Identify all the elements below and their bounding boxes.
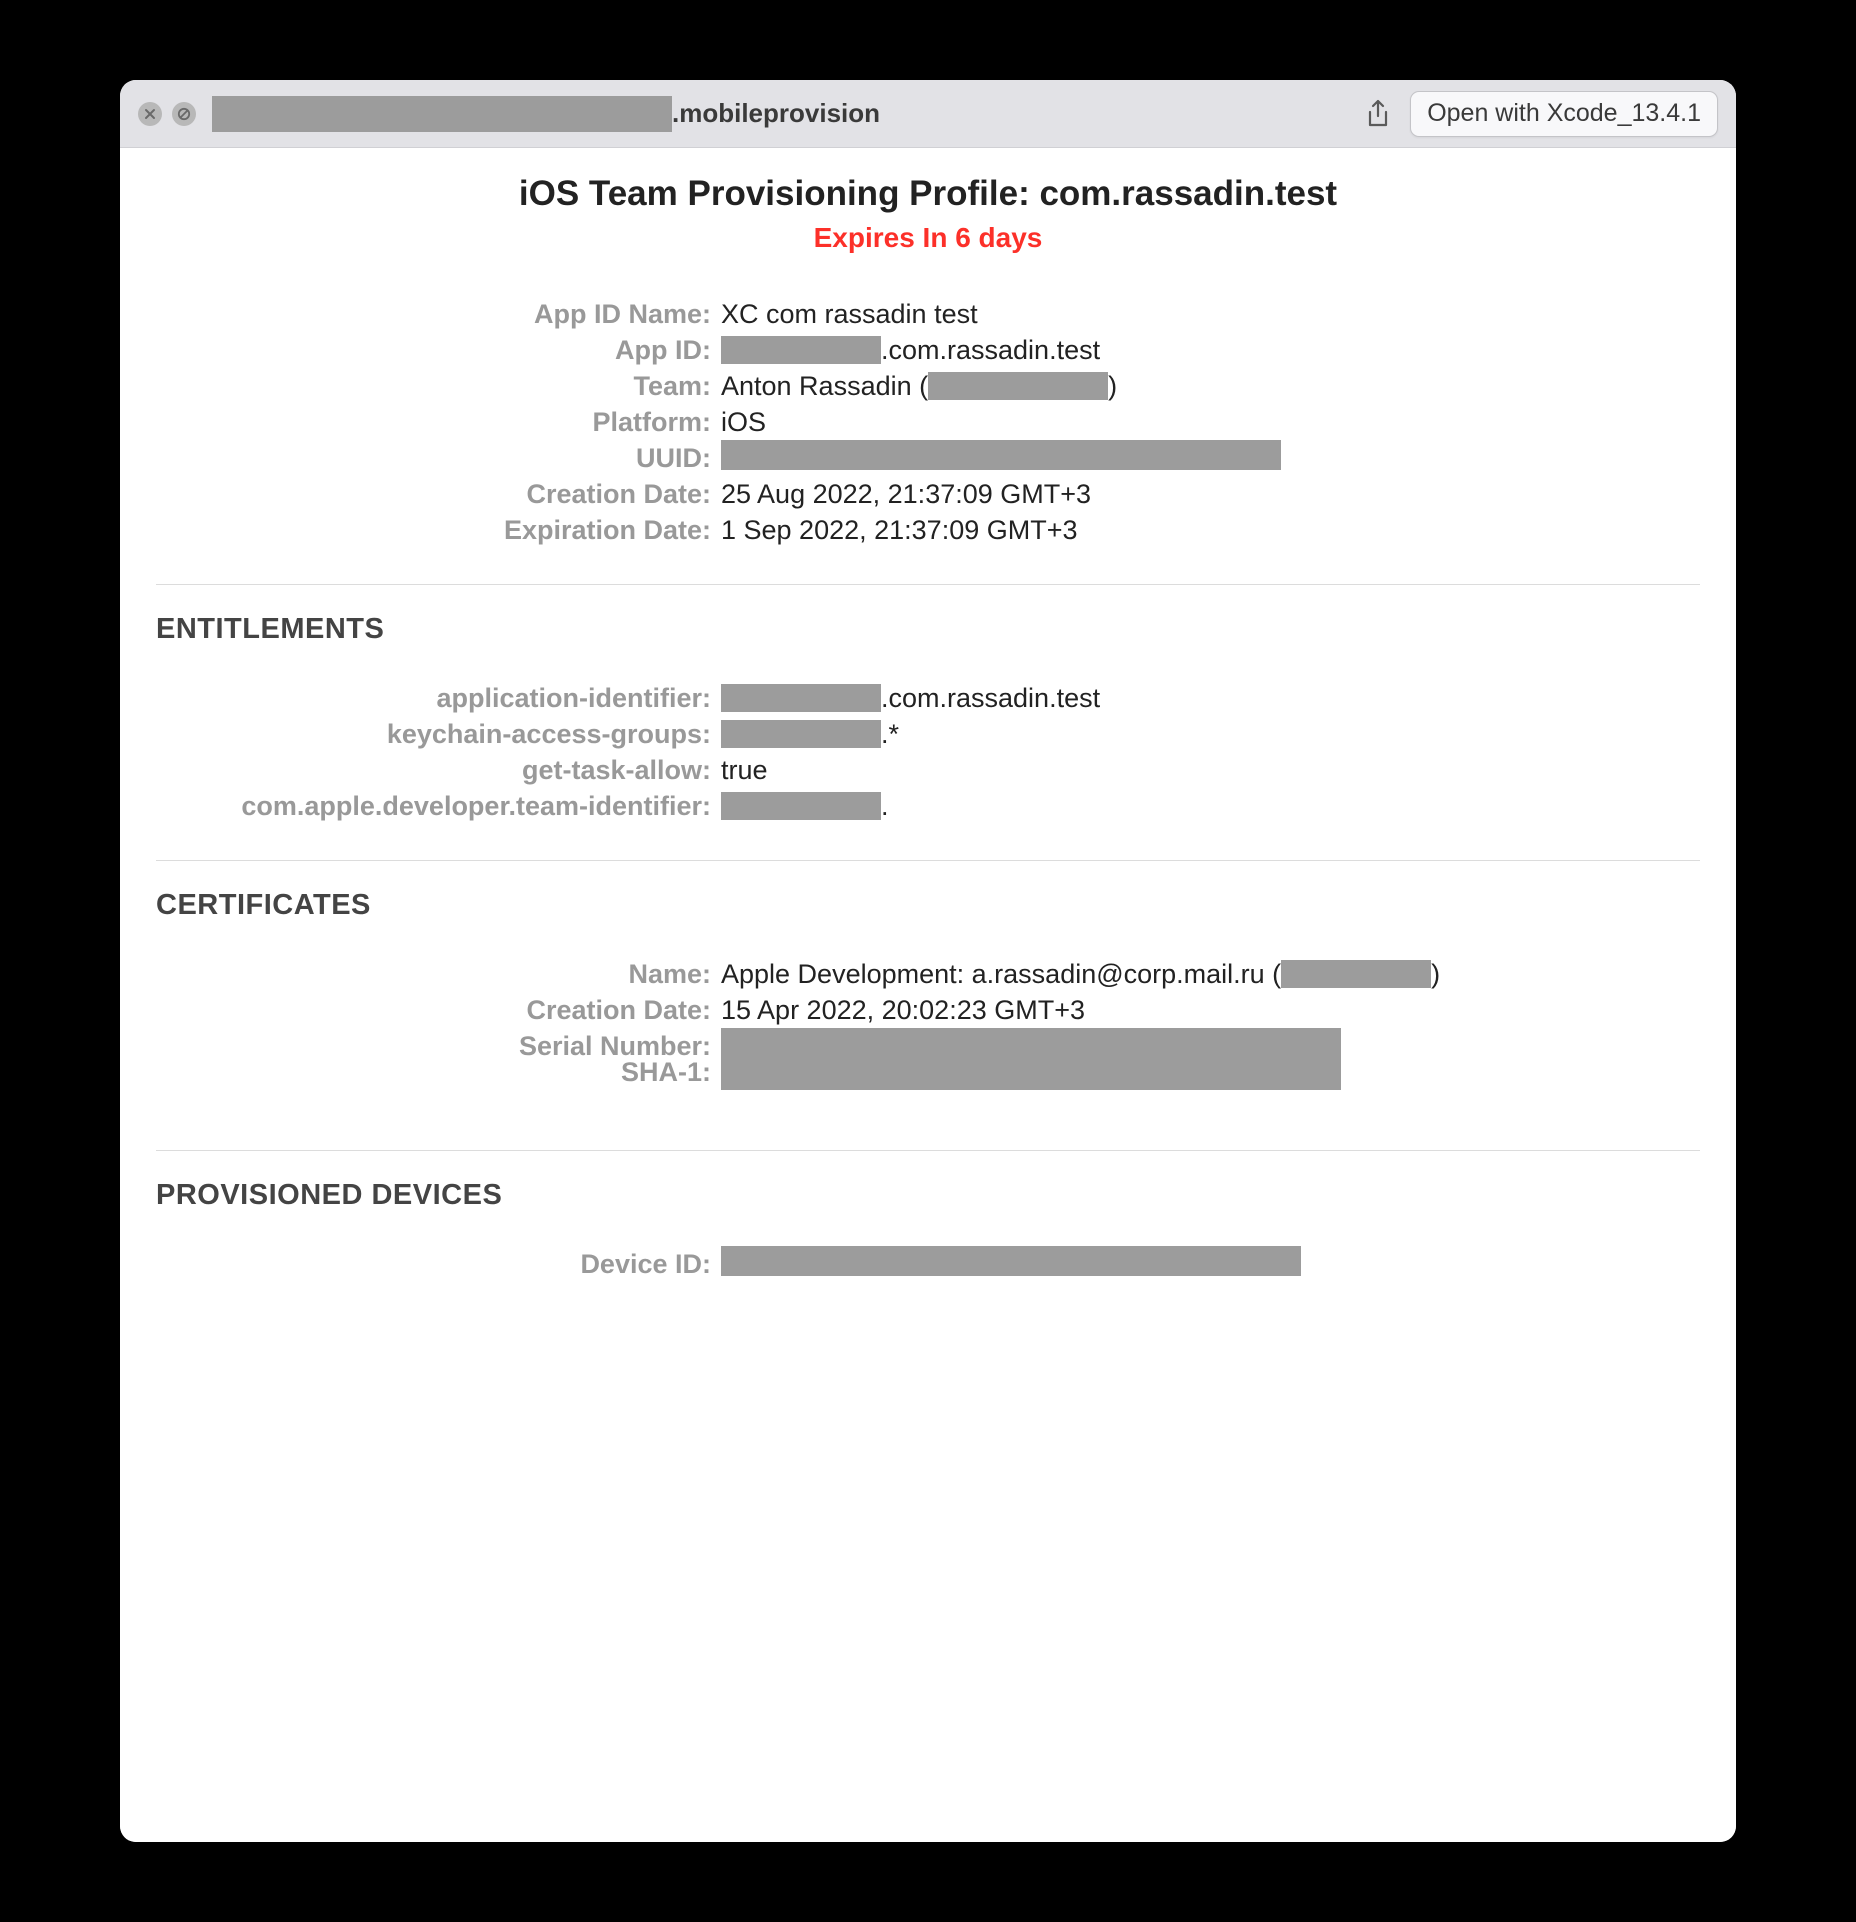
app-id-name-label: App ID Name:: [156, 296, 721, 332]
cert-serial-value: [721, 1028, 1341, 1090]
app-id-suffix: .com.rassadin.test: [881, 332, 1100, 368]
device-id-redacted: [721, 1246, 1301, 1276]
app-id-name-value: XC com rassadin test: [721, 296, 978, 332]
expiration-date-value: 1 Sep 2022, 21:37:09 GMT+3: [721, 512, 1078, 548]
platform-value: iOS: [721, 404, 766, 440]
divider: [156, 584, 1700, 585]
devices-section: Device ID:: [156, 1246, 1700, 1282]
keychain-redacted: [721, 720, 881, 748]
filename-redacted: [212, 96, 672, 132]
creation-date-value: 25 Aug 2022, 21:37:09 GMT+3: [721, 476, 1091, 512]
app-identifier-label: application-identifier:: [156, 680, 721, 716]
team-identifier-value: .: [721, 788, 889, 824]
team-id-redacted: [928, 372, 1108, 400]
certificates-heading: CERTIFICATES: [156, 889, 1700, 922]
cert-name-suffix: ): [1431, 956, 1440, 992]
close-button[interactable]: [138, 102, 162, 126]
team-suffix: ): [1108, 368, 1117, 404]
cert-name-value: Apple Development: a.rassadin@corp.mail.…: [721, 956, 1440, 992]
quicklook-window: .mobileprovision Open with Xcode_13.4.1 …: [120, 80, 1736, 1842]
team-label: Team:: [156, 368, 721, 404]
entitlements-heading: ENTITLEMENTS: [156, 613, 1700, 646]
filename-extension: .mobileprovision: [672, 98, 880, 129]
app-identifier-value: .com.rassadin.test: [721, 680, 1100, 716]
share-icon: [1362, 98, 1394, 130]
app-identifier-suffix: .com.rassadin.test: [881, 680, 1100, 716]
cert-name-label: Name:: [156, 956, 721, 992]
cert-sha1-label: SHA-1:: [156, 1054, 721, 1090]
device-id-value: [721, 1246, 1301, 1276]
app-id-redacted: [721, 336, 881, 364]
divider: [156, 860, 1700, 861]
team-identifier-suffix: .: [881, 788, 889, 824]
device-id-label: Device ID:: [156, 1246, 721, 1282]
app-id-value: .com.rassadin.test: [721, 332, 1100, 368]
divider: [156, 1150, 1700, 1151]
team-value: Anton Rassadin ( ): [721, 368, 1117, 404]
share-button[interactable]: [1356, 93, 1400, 135]
get-task-allow-value: true: [721, 752, 768, 788]
close-icon: [143, 107, 157, 121]
certificates-section: Name: Apple Development: a.rassadin@corp…: [156, 956, 1700, 1090]
uuid-value: [721, 440, 1281, 470]
devices-heading: PROVISIONED DEVICES: [156, 1179, 1700, 1212]
team-prefix: Anton Rassadin (: [721, 368, 928, 404]
filename: .mobileprovision: [212, 96, 880, 132]
open-with-button[interactable]: Open with Xcode_13.4.1: [1410, 91, 1718, 137]
cert-name-prefix: Apple Development: a.rassadin@corp.mail.…: [721, 956, 1281, 992]
cert-serial-sha1-redacted: [721, 1028, 1341, 1090]
platform-label: Platform:: [156, 404, 721, 440]
expires-warning: Expires In 6 days: [156, 222, 1700, 254]
disabled-button: [172, 102, 196, 126]
creation-date-label: Creation Date:: [156, 476, 721, 512]
titlebar: .mobileprovision Open with Xcode_13.4.1: [120, 80, 1736, 148]
cert-creation-value: 15 Apr 2022, 20:02:23 GMT+3: [721, 992, 1085, 1028]
keychain-label: keychain-access-groups:: [156, 716, 721, 752]
cert-creation-label: Creation Date:: [156, 992, 721, 1028]
app-identifier-redacted: [721, 684, 881, 712]
uuid-redacted: [721, 440, 1281, 470]
entitlements-section: application-identifier: .com.rassadin.te…: [156, 680, 1700, 824]
content-area: iOS Team Provisioning Profile: com.rassa…: [120, 148, 1736, 1842]
cert-name-redacted: [1281, 960, 1431, 988]
uuid-label: UUID:: [156, 440, 721, 476]
keychain-value: .*: [721, 716, 899, 752]
app-id-label: App ID:: [156, 332, 721, 368]
general-section: App ID Name: XC com rassadin test App ID…: [156, 296, 1700, 548]
team-identifier-redacted: [721, 792, 881, 820]
get-task-allow-label: get-task-allow:: [156, 752, 721, 788]
slash-icon: [177, 107, 191, 121]
keychain-suffix: .*: [881, 716, 899, 752]
profile-title: iOS Team Provisioning Profile: com.rassa…: [156, 174, 1700, 214]
expiration-date-label: Expiration Date:: [156, 512, 721, 548]
team-identifier-label: com.apple.developer.team-identifier:: [156, 788, 721, 824]
